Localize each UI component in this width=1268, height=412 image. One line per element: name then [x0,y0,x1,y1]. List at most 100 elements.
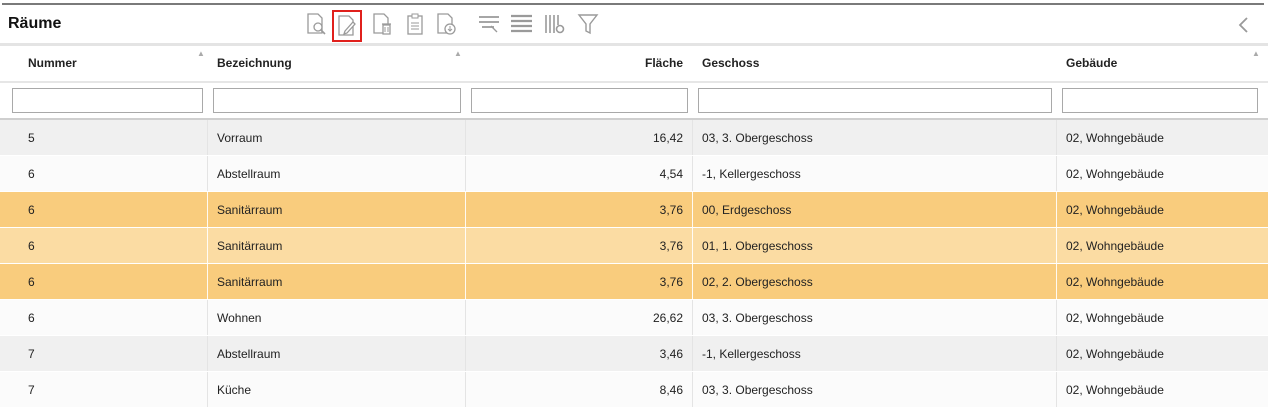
column-divider [465,156,466,192]
filter-input-nummer[interactable] [12,88,203,113]
cell-nummer: 6 [28,167,35,181]
column-divider [207,336,208,372]
cell-geschoss: -1, Kellergeschoss [702,167,801,181]
clipboard-icon [407,13,423,35]
delete-button[interactable] [367,9,397,39]
sort-indicator-icon: ▲ [1252,49,1260,58]
panel-title: Räume [8,15,62,32]
column-header-geschoss[interactable]: Geschoss [702,46,1052,81]
column-divider [692,264,693,300]
column-header-nummer[interactable]: Nummer [28,46,208,81]
filter-input-flaeche[interactable] [471,88,688,113]
list-button[interactable] [506,9,536,39]
export-icon [437,13,456,35]
column-divider [465,120,466,156]
filter-select-icon [479,16,499,33]
column-divider [207,228,208,264]
column-divider [465,228,466,264]
column-header-gebaeude[interactable]: Gebäude [1066,46,1246,81]
column-header-label: Gebäude [1066,56,1118,70]
panel-header: Räume [0,5,1268,43]
cell-geschoss: 02, 2. Obergeschoss [702,275,813,289]
column-divider [1056,228,1057,264]
cell-bezeichnung: Abstellraum [217,347,281,361]
filter-input-gebaeude[interactable] [1062,88,1258,113]
cell-nummer: 6 [28,239,35,253]
column-divider [692,228,693,264]
collapse-button[interactable] [1234,15,1254,35]
cell-flaeche: 4,54 [659,167,683,181]
column-divider [692,372,693,408]
column-divider [1056,372,1057,408]
table-row[interactable]: 7 Abstellraum 3,46 -1, Kellergeschoss 02, Wo… [0,336,1268,372]
filter-select-button[interactable] [473,9,503,39]
column-divider [207,156,208,192]
cell-geschoss: 03, 3. Obergeschoss [702,383,813,397]
export-button[interactable] [431,9,461,39]
cell-flaeche: 3,76 [659,203,683,217]
filter-input-geschoss[interactable] [698,88,1052,113]
edit-button[interactable] [332,10,362,42]
column-header-bezeichnung[interactable]: Bezeichnung [217,46,462,81]
cell-nummer: 6 [28,311,35,325]
preview-button[interactable] [301,9,331,39]
column-divider [692,156,693,192]
cell-geschoss: -1, Kellergeschoss [702,347,801,361]
cell-gebaeude: 02, Wohngebäude [1066,167,1164,181]
cell-flaeche: 3,46 [659,347,683,361]
cell-bezeichnung: Sanitärraum [217,275,283,289]
column-divider [1056,264,1057,300]
edit-icon [338,15,356,36]
cell-geschoss: 03, 3. Obergeschoss [702,311,813,325]
column-divider [692,120,693,156]
sort-indicator-icon: ▲ [454,49,462,58]
cell-flaeche: 3,76 [659,275,683,289]
column-divider [465,300,466,336]
cell-geschoss: 03, 3. Obergeschoss [702,131,813,145]
column-divider [207,264,208,300]
table-row[interactable]: 6 Sanitärraum 3,76 00, Erdgeschoss 02, Wohng… [0,192,1268,228]
cell-nummer: 6 [28,203,35,217]
chevron-left-icon [1238,17,1248,33]
cell-bezeichnung: Sanitärraum [217,203,283,217]
cell-geschoss: 01, 1. Obergeschoss [702,239,813,253]
column-divider [465,336,466,372]
cell-nummer: 7 [28,383,35,397]
cell-nummer: 7 [28,347,35,361]
cell-nummer: 5 [28,131,35,145]
column-divider [1056,192,1057,228]
table-row[interactable]: 5 Vorraum 16,42 03, 3. Obergeschoss 02, Wohn… [0,120,1268,156]
column-divider [1056,336,1057,372]
clipboard-button[interactable] [400,9,430,39]
cell-gebaeude: 02, Wohngebäude [1066,311,1164,325]
funnel-button[interactable] [573,9,603,39]
filter-input-bezeichnung[interactable] [213,88,461,113]
table-row[interactable]: 7 Küche 8,46 03, 3. Obergeschoss 02, Wohngeb… [0,372,1268,408]
cell-geschoss: 00, Erdgeschoss [702,203,792,217]
table-row[interactable]: 6 Sanitärraum 3,76 02, 2. Obergeschoss 02, W… [0,264,1268,300]
sort-indicator-icon: ▲ [197,49,205,58]
cell-gebaeude: 02, Wohngebäude [1066,347,1164,361]
cell-gebaeude: 02, Wohngebäude [1066,239,1164,253]
row-separator [0,407,1268,408]
column-header-label: Fläche [644,56,683,70]
column-divider [465,372,466,408]
column-settings-button[interactable] [539,9,569,39]
cell-gebaeude: 02, Wohngebäude [1066,203,1164,217]
table-row[interactable]: 6 Abstellraum 4,54 -1, Kellergeschoss 02, Wo… [0,156,1268,192]
preview-icon [307,13,326,35]
table-row[interactable]: 6 Sanitärraum 3,76 01, 1. Obergeschoss 02, W… [0,228,1268,264]
column-divider [207,192,208,228]
table-row[interactable]: 6 Wohnen 26,62 03, 3. Obergeschoss 02, Wohng… [0,300,1268,336]
filter-row [0,83,1268,118]
column-header-flaeche[interactable]: Fläche [470,46,683,81]
cell-gebaeude: 02, Wohngebäude [1066,131,1164,145]
cell-flaeche: 26,62 [652,311,683,325]
cell-flaeche: 8,46 [659,383,683,397]
column-divider [1056,120,1057,156]
column-divider [465,264,466,300]
cell-bezeichnung: Abstellraum [217,167,281,181]
column-divider [207,300,208,336]
column-divider [692,300,693,336]
cell-gebaeude: 02, Wohngebäude [1066,383,1164,397]
